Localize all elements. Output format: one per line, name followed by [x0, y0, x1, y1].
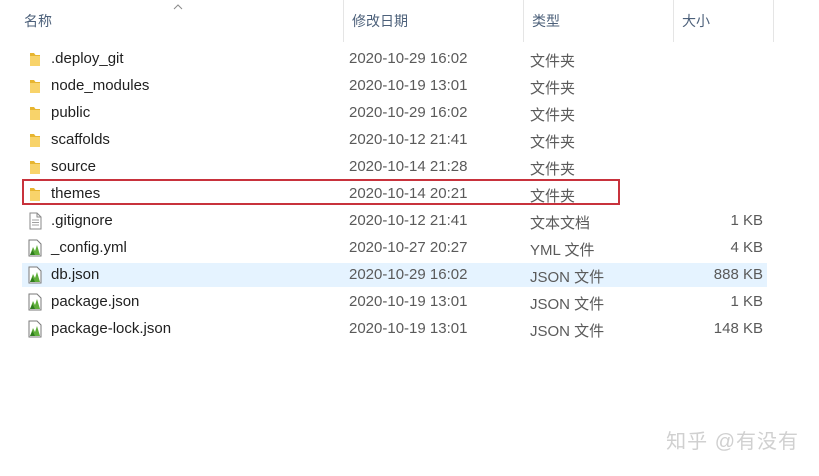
file-date: 2020-10-19 13:01: [349, 77, 468, 94]
file-name: .deploy_git: [51, 50, 124, 67]
column-header-name[interactable]: 名称: [16, 0, 344, 42]
file-row[interactable]: db.json 2020-10-29 16:02 JSON 文件 888 KB: [22, 263, 767, 287]
folder-icon: [30, 53, 40, 66]
file-row[interactable]: package.json 2020-10-19 13:01 JSON 文件 1 KB: [22, 290, 767, 314]
file-name: themes: [51, 185, 101, 202]
text-file-icon: [29, 212, 42, 230]
folder-icon: [30, 80, 40, 93]
file-name: scaffolds: [51, 131, 110, 148]
file-date: 2020-10-14 21:28: [349, 158, 468, 175]
file-name: public: [51, 104, 91, 121]
file-date: 2020-10-29 16:02: [349, 104, 468, 121]
script-file-icon: [28, 293, 42, 311]
file-size: 1 KB: [730, 293, 763, 310]
folder-icon: [30, 107, 40, 120]
file-name: .gitignore: [51, 212, 113, 229]
file-date: 2020-10-12 21:41: [349, 212, 468, 229]
file-name: source: [51, 158, 97, 175]
file-row[interactable]: .deploy_git 2020-10-29 16:02 文件夹: [22, 47, 767, 71]
script-file-icon: [28, 266, 42, 284]
file-date: 2020-10-27 20:27: [349, 239, 468, 256]
file-row[interactable]: node_modules 2020-10-19 13:01 文件夹: [22, 74, 767, 98]
folder-icon: [30, 188, 40, 201]
file-type: 文件夹: [530, 80, 576, 97]
column-header-date[interactable]: 修改日期: [344, 0, 524, 42]
watermark: 知乎 @有没有: [666, 431, 799, 453]
folder-icon: [30, 134, 40, 147]
column-header-size-label: 大小: [682, 13, 710, 29]
folder-icon: [30, 161, 40, 174]
file-row[interactable]: scaffolds 2020-10-12 21:41 文件夹: [22, 128, 767, 152]
file-date: 2020-10-14 20:21: [349, 185, 468, 202]
file-row[interactable]: source 2020-10-14 21:28 文件夹: [22, 155, 767, 179]
file-date: 2020-10-29 16:02: [349, 50, 468, 67]
column-header-type[interactable]: 类型: [524, 0, 674, 42]
file-date: 2020-10-19 13:01: [349, 293, 468, 310]
file-size: 888 KB: [713, 266, 763, 283]
column-header-type-label: 类型: [532, 13, 560, 29]
file-type: 文件夹: [530, 107, 576, 124]
file-explorer: 名称 修改日期 类型 大小 .deploy_git 2020-10-29 16:0…: [0, 0, 819, 476]
column-header-date-label: 修改日期: [352, 13, 408, 29]
file-type: YML 文件: [530, 242, 595, 259]
file-row[interactable]: package-lock.json 2020-10-19 13:01 JSON 文件…: [22, 317, 767, 341]
file-size: 1 KB: [730, 212, 763, 229]
file-type: 文件夹: [530, 134, 576, 151]
file-type: 文件夹: [530, 53, 576, 70]
file-date: 2020-10-29 16:02: [349, 266, 468, 283]
file-type: JSON 文件: [530, 323, 605, 340]
file-row[interactable]: .gitignore 2020-10-12 21:41 文本文档 1 KB: [22, 209, 767, 233]
file-name: package.json: [51, 293, 140, 310]
column-header-name-label: 名称: [24, 13, 52, 29]
file-type: 文件夹: [530, 161, 576, 178]
script-file-icon: [28, 239, 42, 257]
file-date: 2020-10-19 13:01: [349, 320, 468, 337]
column-header-size[interactable]: 大小: [674, 0, 774, 42]
file-size: 4 KB: [730, 239, 763, 256]
file-size: 148 KB: [713, 320, 763, 337]
script-file-icon: [28, 320, 42, 338]
file-type: JSON 文件: [530, 296, 605, 313]
file-type: 文本文档: [530, 215, 591, 232]
column-header-bar: 名称 修改日期 类型 大小: [0, 0, 819, 42]
file-name: db.json: [51, 266, 100, 283]
file-name: node_modules: [51, 77, 150, 94]
file-name: package-lock.json: [51, 320, 172, 337]
file-row[interactable]: public 2020-10-29 16:02 文件夹: [22, 101, 767, 125]
file-name: _config.yml: [51, 239, 127, 256]
file-type: JSON 文件: [530, 269, 605, 286]
file-date: 2020-10-12 21:41: [349, 131, 468, 148]
file-row[interactable]: themes 2020-10-14 20:21 文件夹: [22, 182, 767, 206]
file-row[interactable]: _config.yml 2020-10-27 20:27 YML 文件 4 KB: [22, 236, 767, 260]
file-type: 文件夹: [530, 188, 576, 205]
